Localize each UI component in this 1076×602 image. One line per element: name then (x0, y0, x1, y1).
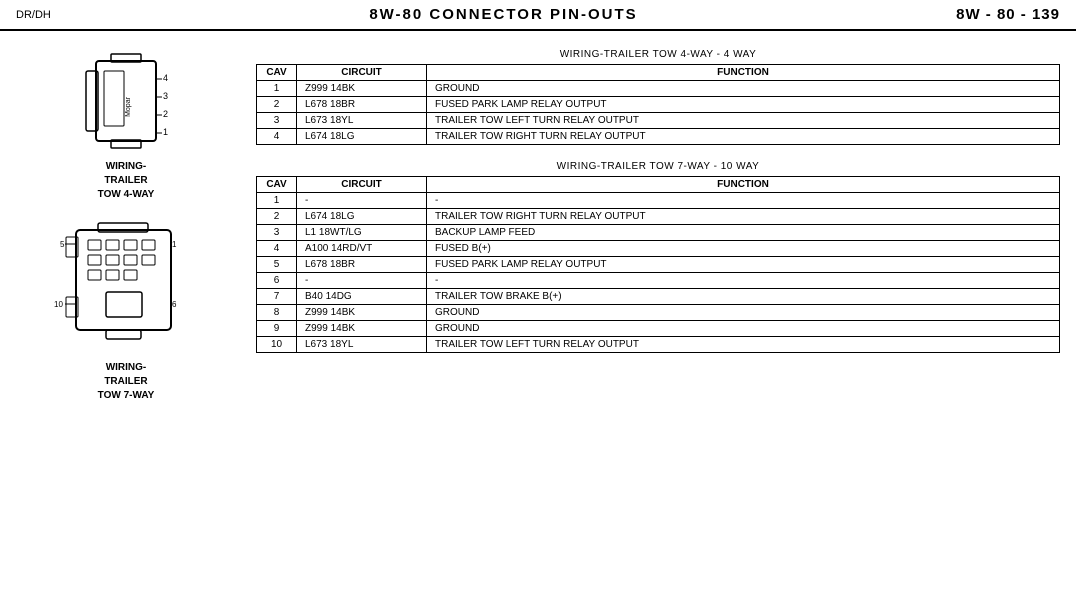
diagram-4way: 4 3 2 1 Mopar WIRING- TRAILER TOW 4-WAY (16, 51, 236, 202)
header-center: 8W-80 CONNECTOR PIN-OUTS (51, 6, 956, 23)
diagrams-panel: 4 3 2 1 Mopar WIRING- TRAILER TOW 4-WAY (16, 41, 236, 403)
table-section-4way: WIRING-TRAILER TOW 4-WAY - 4 WAY CAV CIR… (256, 49, 1060, 145)
svg-text:2: 2 (163, 109, 168, 119)
svg-text:4: 4 (163, 73, 168, 83)
table-row: 3L1 18WT/LGBACKUP LAMP FEED (257, 225, 1060, 241)
table-row: 2L678 18BRFUSED PARK LAMP RELAY OUTPUT (257, 97, 1060, 113)
tables-panel: WIRING-TRAILER TOW 4-WAY - 4 WAY CAV CIR… (256, 41, 1060, 403)
table-row: 3L673 18YLTRAILER TOW LEFT TURN RELAY OU… (257, 113, 1060, 129)
svg-text:10: 10 (54, 300, 63, 309)
table-7way: CAV CIRCUIT FUNCTION 1--2L674 18LGTRAILE… (256, 176, 1060, 353)
table-row: 7B40 14DGTRAILER TOW BRAKE B(+) (257, 289, 1060, 305)
diagram-4way-label: WIRING- TRAILER TOW 4-WAY (98, 160, 155, 202)
svg-text:5: 5 (60, 240, 65, 249)
page-header: DR/DH 8W-80 CONNECTOR PIN-OUTS 8W - 80 -… (0, 0, 1076, 31)
table-row: 8Z999 14BKGROUND (257, 305, 1060, 321)
table2-col-circuit: CIRCUIT (297, 177, 427, 193)
table-section-7way: WIRING-TRAILER TOW 7-WAY - 10 WAY CAV CI… (256, 161, 1060, 353)
table-row: 10L673 18YLTRAILER TOW LEFT TURN RELAY O… (257, 337, 1060, 353)
table-row: 9Z999 14BKGROUND (257, 321, 1060, 337)
table1-col-circuit: CIRCUIT (297, 65, 427, 81)
table-row: 1-- (257, 193, 1060, 209)
svg-text:1: 1 (163, 127, 168, 137)
svg-text:3: 3 (163, 91, 168, 101)
svg-text:Mopar: Mopar (125, 96, 132, 117)
table-4way: CAV CIRCUIT FUNCTION 1Z999 14BKGROUND2L6… (256, 64, 1060, 145)
table-row: 1Z999 14BKGROUND (257, 81, 1060, 97)
connector-7way-svg: 5 10 1 6 (46, 222, 206, 357)
diagram-7way: 5 10 1 6 WIRING- TRAILER TOW 7-WAY (16, 222, 236, 403)
table1-title: WIRING-TRAILER TOW 4-WAY - 4 WAY (560, 49, 757, 60)
table-row: 6-- (257, 273, 1060, 289)
main-content: 4 3 2 1 Mopar WIRING- TRAILER TOW 4-WAY (0, 31, 1076, 413)
connector-4way-svg: 4 3 2 1 Mopar (66, 51, 186, 156)
table2-col-function: FUNCTION (427, 177, 1060, 193)
table2-col-cav: CAV (257, 177, 297, 193)
diagram-7way-label: WIRING- TRAILER TOW 7-WAY (98, 361, 155, 403)
table-row: 2L674 18LGTRAILER TOW RIGHT TURN RELAY O… (257, 209, 1060, 225)
table-row: 5L678 18BRFUSED PARK LAMP RELAY OUTPUT (257, 257, 1060, 273)
svg-text:1: 1 (172, 240, 177, 249)
table-row: 4A100 14RD/VTFUSED B(+) (257, 241, 1060, 257)
table2-title: WIRING-TRAILER TOW 7-WAY - 10 WAY (557, 161, 760, 172)
table-row: 4L674 18LGTRAILER TOW RIGHT TURN RELAY O… (257, 129, 1060, 145)
svg-text:6: 6 (172, 300, 177, 309)
table1-col-function: FUNCTION (427, 65, 1060, 81)
header-left: DR/DH (16, 9, 51, 21)
table1-col-cav: CAV (257, 65, 297, 81)
header-right: 8W - 80 - 139 (956, 6, 1060, 23)
